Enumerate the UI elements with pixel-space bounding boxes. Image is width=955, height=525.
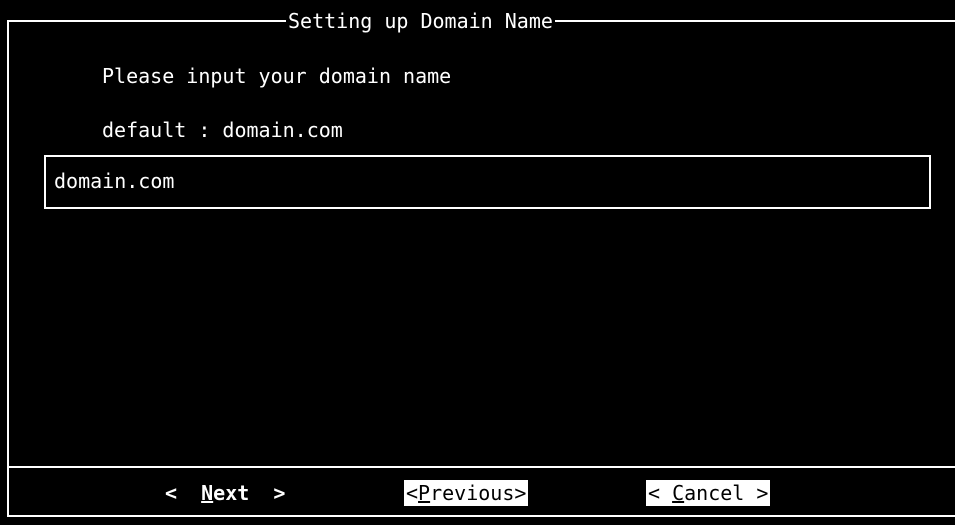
button-separator	[9, 466, 955, 468]
next-button-left: <	[165, 481, 202, 505]
next-button-hotkey: N	[201, 481, 214, 505]
cancel-button-left: <	[648, 481, 673, 505]
default-label: default : domain.com	[102, 118, 343, 142]
previous-button-rest: revious>	[430, 481, 527, 505]
dialog-title: Setting up Domain Name	[286, 9, 555, 33]
previous-button-hotkey: P	[418, 481, 431, 505]
terminal-screen: Setting up Domain Name Please input your…	[0, 0, 955, 525]
domain-name-input[interactable]: domain.com	[44, 155, 931, 209]
previous-button-left: <	[406, 481, 419, 505]
cancel-button-hotkey: C	[672, 481, 685, 505]
domain-name-value[interactable]: domain.com	[54, 169, 174, 193]
dialog-frame	[7, 20, 955, 517]
cancel-button[interactable]: < Cancel >	[646, 480, 771, 506]
prompt-label: Please input your domain name	[102, 64, 452, 88]
next-button-rest: ext >	[213, 481, 286, 505]
cancel-button-rest: ancel >	[684, 481, 769, 505]
next-button[interactable]: < Next >	[165, 480, 285, 506]
previous-button[interactable]: <Previous>	[404, 480, 529, 506]
